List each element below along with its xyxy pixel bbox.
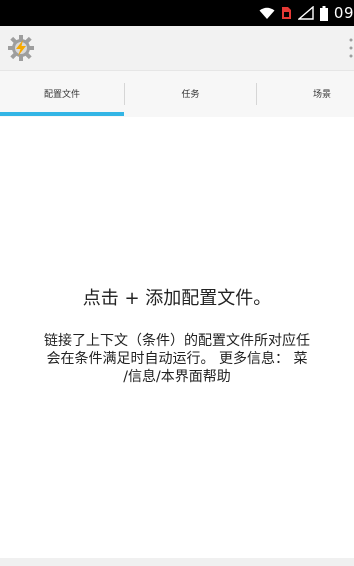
- empty-state-desc-line: 链接了上下文（条件）的配置文件所对应任: [44, 333, 310, 349]
- tab-profiles[interactable]: 配置文件: [0, 71, 124, 115]
- selected-tab-indicator: [0, 112, 124, 116]
- bottom-strip: [0, 558, 354, 566]
- wifi-icon: [259, 7, 275, 19]
- empty-state-description: 链接了上下文（条件）的配置文件所对应任 会在条件满足时自动运行。 更多信息： 菜…: [0, 332, 354, 386]
- overflow-menu-icon[interactable]: [348, 36, 354, 60]
- tab-tasks[interactable]: 任务: [125, 71, 256, 115]
- battery-icon: [319, 5, 328, 21]
- tab-bar: 配置文件 任务 场景: [0, 70, 354, 117]
- gear-bolt-icon[interactable]: [6, 34, 36, 62]
- status-bar: 09: [0, 0, 354, 26]
- empty-state-title: 点击 + 添加配置文件。: [82, 288, 272, 309]
- empty-state-desc-line: /信息/本界面帮助: [123, 369, 231, 385]
- tab-label: 配置文件: [43, 89, 80, 100]
- status-icons: 09: [259, 0, 354, 26]
- tab-label: 场景: [312, 89, 331, 100]
- tab-label: 任务: [181, 89, 200, 100]
- empty-state-desc-line: 会在条件满足时自动运行。 更多信息： 菜: [46, 351, 308, 367]
- status-time: 09: [333, 4, 354, 22]
- signal-icon: [297, 6, 314, 20]
- action-bar: [0, 26, 354, 70]
- tab-scenes[interactable]: 场景: [257, 71, 354, 115]
- no-sim-icon: [281, 7, 291, 19]
